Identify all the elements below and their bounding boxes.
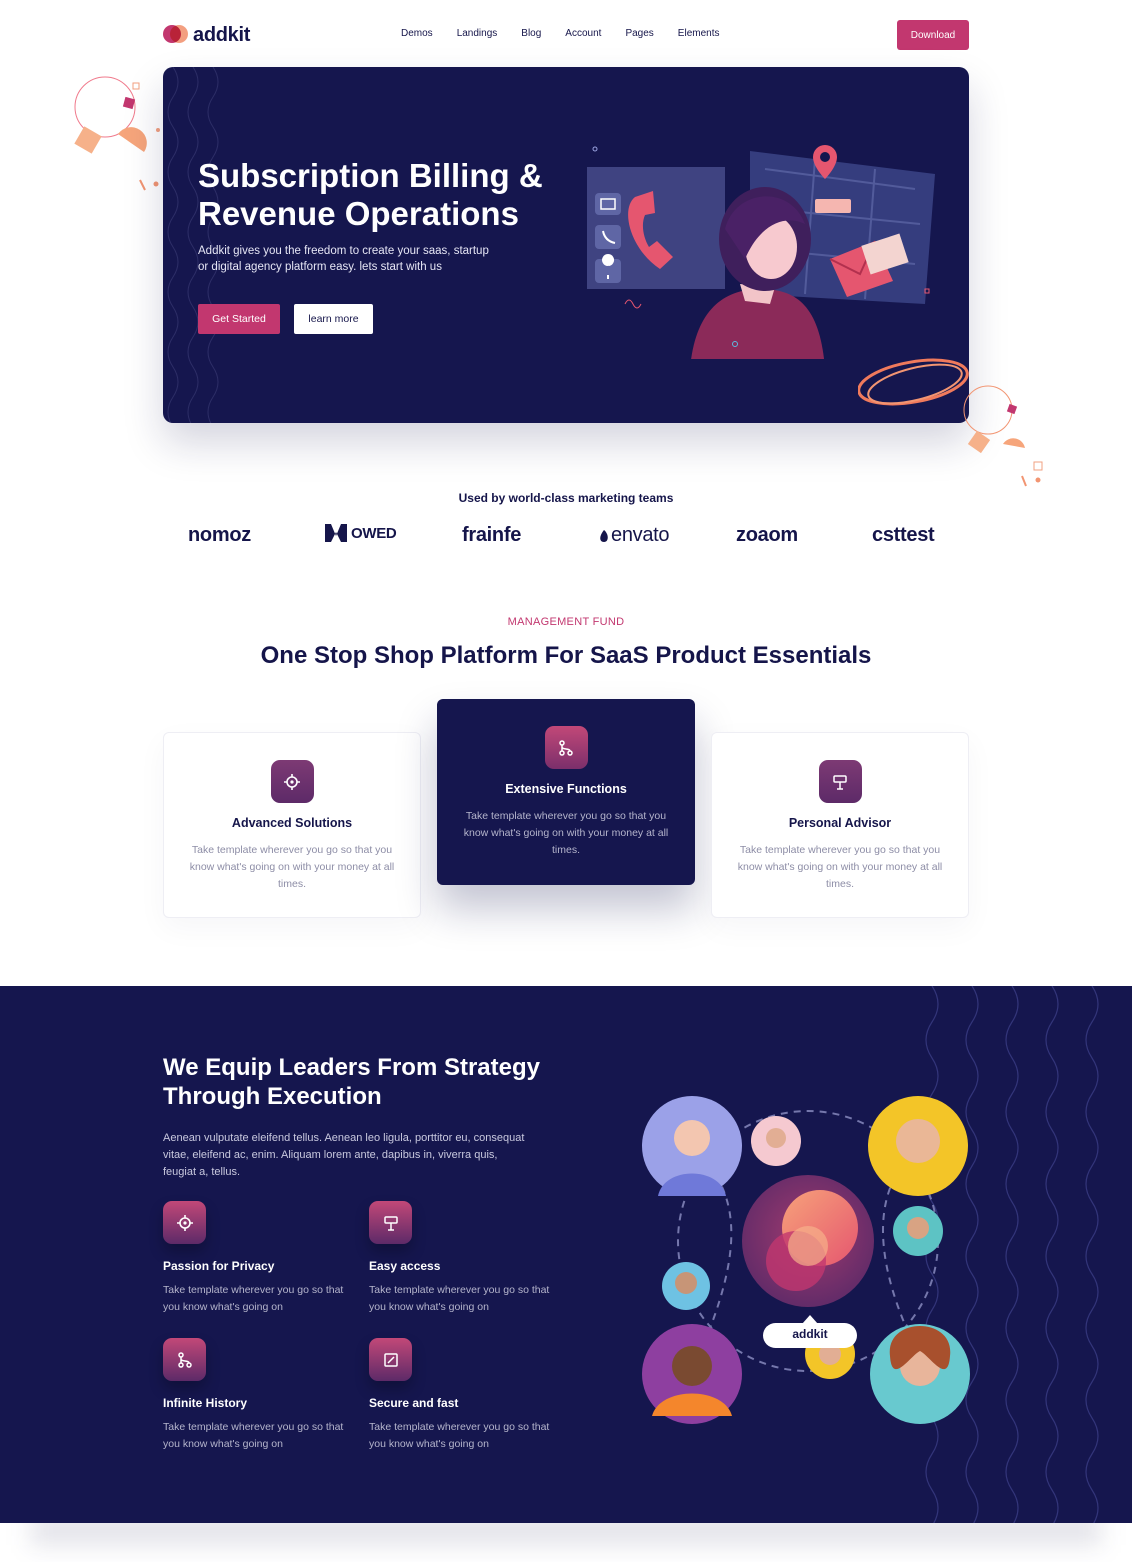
brand-logo-envato: envato: [599, 524, 670, 547]
feature-text: Take template wherever you go so that yo…: [163, 1284, 344, 1313]
menu-item-blog[interactable]: Blog: [521, 28, 541, 39]
menu-item-demos[interactable]: Demos: [401, 28, 433, 39]
brand-logo-nomoz: nomoz: [188, 524, 251, 546]
download-button[interactable]: Download: [897, 20, 969, 50]
feature-text: Take template wherever you go so that yo…: [163, 1421, 344, 1450]
feature-card-text: Take template wherever you go so that yo…: [463, 810, 669, 856]
top-nav: addkit Demos Landings Blog Account Pages…: [163, 20, 969, 50]
leaders-section: We Equip Leaders From Strategy Through E…: [0, 986, 1132, 1523]
decorative-shapes-left: [74, 76, 160, 191]
feature-infinite-history: Infinite History Take template wherever …: [163, 1338, 353, 1453]
branch-icon: [544, 726, 588, 769]
feature-title: Easy access: [369, 1259, 441, 1273]
brand-logo-zoaom: zoaom: [736, 524, 798, 546]
feature-title: Secure and fast: [369, 1396, 459, 1410]
feature-title: Passion for Privacy: [163, 1259, 275, 1273]
brand-logo-owed-text: OWED: [351, 524, 397, 542]
menu-item-pages[interactable]: Pages: [625, 28, 653, 39]
feature-card-title: Extensive Functions: [505, 782, 627, 796]
feature-passion-for-privacy: Passion for Privacy Take template wherev…: [163, 1201, 353, 1316]
leaders-title: We Equip Leaders From Strategy Through E…: [163, 1054, 540, 1110]
menu-item-landings[interactable]: Landings: [457, 28, 498, 39]
brand-logo-frainfe: frainfe: [462, 524, 522, 546]
leaf-icon: [600, 529, 608, 542]
main-menu: Demos Landings Blog Account Pages Elemen…: [401, 28, 743, 39]
feature-title: Infinite History: [163, 1396, 248, 1410]
menu-item-elements[interactable]: Elements: [678, 28, 720, 39]
feature-text: Take template wherever you go so that yo…: [369, 1421, 550, 1450]
network-label: addkit: [792, 1327, 828, 1341]
sign-icon: [369, 1201, 412, 1244]
brand-logo-envato-text: envato: [611, 524, 670, 546]
target-icon: [270, 760, 314, 803]
section-title: One Stop Shop Platform For SaaS Product …: [260, 642, 872, 669]
hero-illustration: [587, 145, 935, 359]
logo-icon: [163, 22, 189, 48]
feature-secure-and-fast: Secure and fast Take template wherever y…: [369, 1338, 559, 1453]
brand-name: addkit: [193, 23, 251, 46]
hero-title: Subscription Billing & Revenue Operation…: [198, 157, 543, 232]
get-started-button[interactable]: Get Started: [198, 304, 280, 334]
leaders-text: Aenean vulputate eleifend tellus. Aenean…: [163, 1132, 525, 1178]
learn-more-button[interactable]: learn more: [294, 304, 373, 334]
menu-item-account[interactable]: Account: [565, 28, 601, 39]
owed-icon: [325, 524, 347, 542]
feature-card-text: Take template wherever you go so that yo…: [189, 844, 395, 890]
feature-card-title: Advanced Solutions: [231, 816, 353, 830]
feature-card-advanced-solutions[interactable]: Advanced Solutions Take template whereve…: [163, 732, 421, 918]
feature-card-extensive-functions[interactable]: Extensive Functions Take template wherev…: [437, 699, 695, 885]
branch-icon: [163, 1338, 206, 1381]
feature-card-title: Personal Advisor: [788, 816, 892, 830]
feature-card-personal-advisor[interactable]: Personal Advisor Take template wherever …: [711, 732, 969, 918]
decorative-shapes-right: [858, 358, 1043, 487]
feature-card-text: Take template wherever you go so that yo…: [737, 844, 943, 890]
note-icon: [369, 1338, 412, 1381]
section-eyebrow: MANAGEMENT FUND: [507, 616, 625, 628]
brand-logo-csttest: csttest: [872, 524, 935, 546]
brand-logo-owed: OWED: [325, 524, 397, 542]
hero-subtitle: Addkit gives you the freedom to create y…: [198, 245, 489, 273]
brand-logo[interactable]: addkit: [163, 22, 250, 48]
target-icon: [163, 1201, 206, 1244]
feature-text: Take template wherever you go so that yo…: [369, 1284, 550, 1313]
hero-banner: Subscription Billing & Revenue Operation…: [163, 67, 969, 423]
logos-heading: Used by world-class marketing teams: [458, 491, 674, 505]
team-network-illustration: addkit: [630, 1086, 990, 1426]
feature-easy-access: Easy access Take template wherever you g…: [369, 1201, 559, 1316]
sign-icon: [818, 760, 862, 803]
